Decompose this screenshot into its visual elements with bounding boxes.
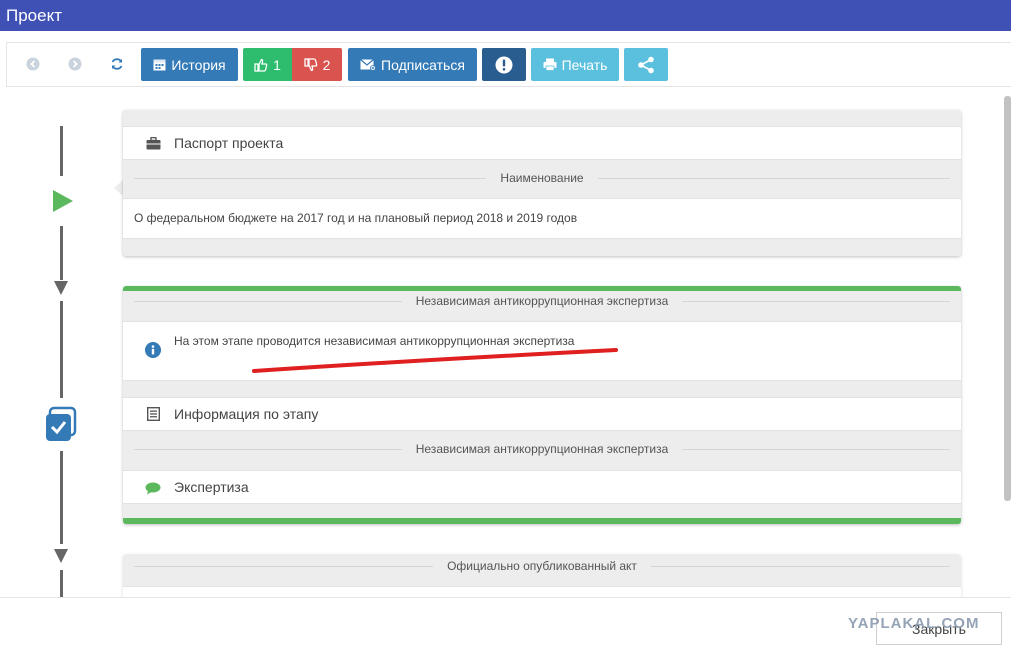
published-act-heading-text: Официально опубликованный акт — [447, 559, 637, 573]
published-act-heading: Официально опубликованный акт — [134, 559, 950, 573]
watermark: YAPLAKAL.COM — [848, 615, 980, 632]
